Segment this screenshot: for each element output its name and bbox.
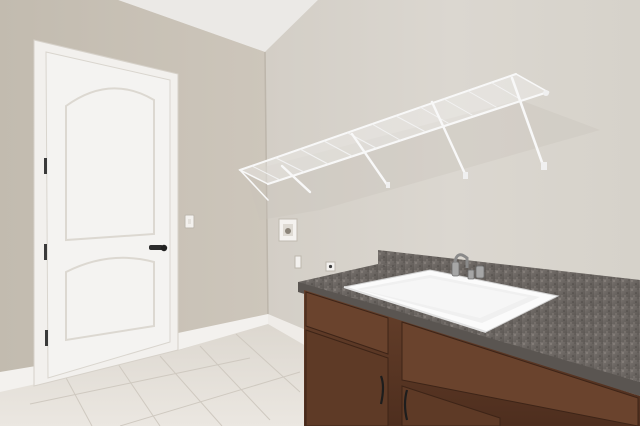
door-hinge [44,244,47,260]
door-hinge [45,330,48,346]
door[interactable] [45,51,171,379]
laundry-room-photo [0,0,640,426]
wall-outlet [294,255,302,269]
door-hinge [44,158,47,174]
dryer-vent-box [278,218,298,242]
